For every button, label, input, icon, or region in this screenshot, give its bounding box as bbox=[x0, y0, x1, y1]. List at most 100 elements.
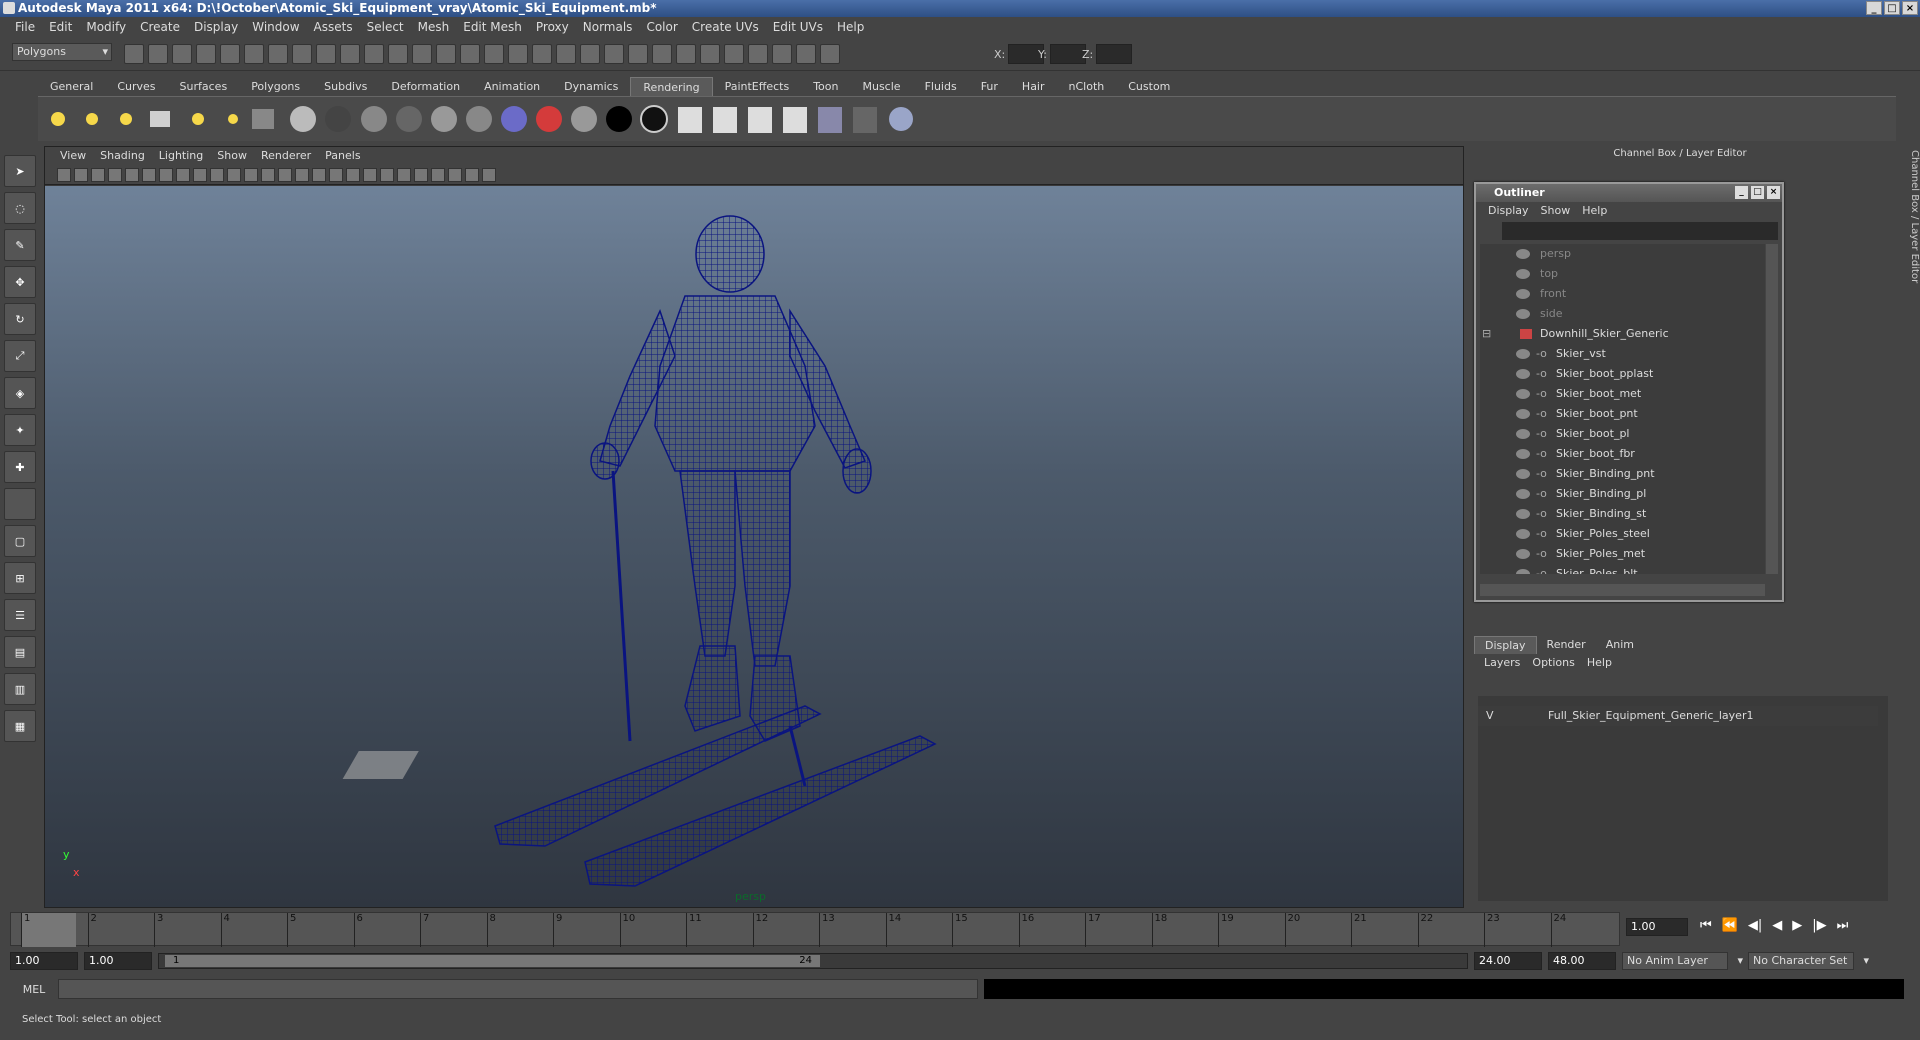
viewport-tool-icon[interactable] bbox=[482, 167, 496, 182]
outliner-menu-show[interactable]: Show bbox=[1535, 202, 1577, 220]
play-forward-icon[interactable]: ▶ bbox=[1792, 918, 1802, 933]
layer-visibility-toggle[interactable]: V bbox=[1486, 706, 1494, 726]
viewport-tool-icon[interactable] bbox=[312, 167, 326, 182]
status-tool-icon[interactable] bbox=[508, 44, 528, 64]
viewport-tool-icon[interactable] bbox=[125, 167, 139, 182]
command-input[interactable] bbox=[58, 979, 978, 999]
status-tool-icon[interactable] bbox=[124, 44, 144, 64]
outliner-item[interactable]: -o Skier_vst bbox=[1480, 344, 1765, 364]
viewport-tool-icon[interactable] bbox=[74, 167, 88, 182]
outliner-item[interactable]: -o Skier_boot_met bbox=[1480, 384, 1765, 404]
status-tool-icon[interactable] bbox=[364, 44, 384, 64]
outliner-maximize-button[interactable]: □ bbox=[1751, 186, 1764, 199]
outliner-item-camera[interactable]: front bbox=[1480, 284, 1765, 304]
menu-file[interactable]: File bbox=[8, 17, 42, 37]
layer-menu-options[interactable]: Options bbox=[1526, 654, 1580, 672]
select-tool-icon[interactable]: ➤ bbox=[4, 155, 36, 187]
shelf-tab-muscle[interactable]: Muscle bbox=[850, 77, 912, 96]
layer-tab-render[interactable]: Render bbox=[1537, 636, 1596, 654]
layer-menu-layers[interactable]: Layers bbox=[1478, 654, 1526, 672]
soft-mod-tool-icon[interactable]: ✦ bbox=[4, 414, 36, 446]
viewport-menu-view[interactable]: View bbox=[53, 147, 93, 165]
transform-field-y[interactable]: Y: bbox=[1038, 44, 1086, 64]
graph-layout-icon[interactable]: ▤ bbox=[4, 636, 36, 668]
four-pane-layout-icon[interactable]: ⊞ bbox=[4, 562, 36, 594]
minimize-button[interactable]: _ bbox=[1866, 1, 1882, 15]
viewport-tool-icon[interactable] bbox=[397, 167, 411, 182]
status-tool-icon[interactable] bbox=[724, 44, 744, 64]
viewport-menu-shading[interactable]: Shading bbox=[93, 147, 152, 165]
outliner-vertical-scrollbar[interactable] bbox=[1766, 244, 1778, 574]
menu-select[interactable]: Select bbox=[360, 17, 411, 37]
status-tool-icon[interactable] bbox=[172, 44, 192, 64]
menu-create[interactable]: Create bbox=[133, 17, 187, 37]
viewport-tool-icon[interactable] bbox=[329, 167, 343, 182]
status-tool-icon[interactable] bbox=[604, 44, 624, 64]
menu-modify[interactable]: Modify bbox=[79, 17, 133, 37]
status-tool-icon[interactable] bbox=[148, 44, 168, 64]
status-tool-icon[interactable] bbox=[340, 44, 360, 64]
layer-tab-anim[interactable]: Anim bbox=[1596, 636, 1644, 654]
status-tool-icon[interactable] bbox=[220, 44, 240, 64]
render-tool-icons[interactable] bbox=[678, 107, 913, 133]
step-back-key-icon[interactable]: ⏪ bbox=[1722, 918, 1738, 933]
status-tool-icon[interactable] bbox=[676, 44, 696, 64]
close-button[interactable]: × bbox=[1902, 1, 1918, 15]
paint-select-tool-icon[interactable]: ✎ bbox=[4, 229, 36, 261]
shelf-tab-polygons[interactable]: Polygons bbox=[239, 77, 312, 96]
range-end-field[interactable]: 48.00 bbox=[1548, 952, 1616, 970]
outliner-layout-icon[interactable]: ☰ bbox=[4, 599, 36, 631]
range-slider-handle[interactable]: 1 24 bbox=[165, 955, 820, 967]
outliner-item-camera[interactable]: top bbox=[1480, 264, 1765, 284]
time-slider[interactable]: 1 2 3 4 5 6 7 8 9 10 11 12 13 14 15 16 17 18 19 20 21 22 23 24 bbox=[10, 912, 1620, 947]
status-tool-icon[interactable] bbox=[700, 44, 720, 64]
outliner-minimize-button[interactable]: _ bbox=[1735, 186, 1748, 199]
outliner-window[interactable]: Outliner _ □ × Display Show Help persp top f… bbox=[1474, 182, 1784, 602]
shelf-tab-painteffects[interactable]: PaintEffects bbox=[713, 77, 802, 96]
menu-mesh[interactable]: Mesh bbox=[411, 17, 457, 37]
status-tool-icon[interactable] bbox=[532, 44, 552, 64]
step-back-frame-icon[interactable]: ◀| bbox=[1748, 918, 1762, 933]
viewport-canvas[interactable]: y x persp bbox=[45, 186, 1463, 907]
viewport-tool-icon[interactable] bbox=[244, 167, 258, 182]
viewport-tool-icon[interactable] bbox=[363, 167, 377, 182]
skier-wireframe-model[interactable]: y x bbox=[45, 186, 1463, 907]
viewport-tool-icon[interactable] bbox=[108, 167, 122, 182]
viewport-tool-icon[interactable] bbox=[346, 167, 360, 182]
outliner-item[interactable]: -o Skier_boot_pl bbox=[1480, 424, 1765, 444]
viewport-tool-icon[interactable] bbox=[142, 167, 156, 182]
viewport-tool-icon[interactable] bbox=[380, 167, 394, 182]
transform-field-x[interactable]: X: bbox=[994, 44, 1045, 64]
shelf-tab-fluids[interactable]: Fluids bbox=[913, 77, 969, 96]
outliner-item-group[interactable]: ⊟ Downhill_Skier_Generic bbox=[1480, 324, 1765, 344]
current-frame-field[interactable]: 1.00 bbox=[1626, 918, 1688, 936]
show-manipulator-icon[interactable]: ✚ bbox=[4, 451, 36, 483]
shelf-tab-deformation[interactable]: Deformation bbox=[379, 77, 472, 96]
go-to-end-icon[interactable]: ⏭ bbox=[1837, 918, 1849, 933]
status-tool-icon[interactable] bbox=[268, 44, 288, 64]
shader-ball-icons[interactable] bbox=[290, 105, 668, 133]
viewport-tool-icon[interactable] bbox=[431, 167, 445, 182]
status-tool-icon[interactable] bbox=[436, 44, 456, 64]
outliner-item[interactable]: -o Skier_Binding_pl bbox=[1480, 484, 1765, 504]
custom-layout-icon[interactable]: ▦ bbox=[4, 710, 36, 742]
menu-assets[interactable]: Assets bbox=[307, 17, 360, 37]
layer-row[interactable]: V Full_Skier_Equipment_Generic_layer1 bbox=[1478, 706, 1878, 726]
status-tool-icon[interactable] bbox=[412, 44, 432, 64]
status-tool-icon[interactable] bbox=[196, 44, 216, 64]
viewport-tool-icon[interactable] bbox=[261, 167, 275, 182]
rotate-tool-icon[interactable]: ↻ bbox=[4, 303, 36, 335]
shelf-tab-curves[interactable]: Curves bbox=[105, 77, 167, 96]
outliner-menu-help[interactable]: Help bbox=[1576, 202, 1613, 220]
status-tool-icon[interactable] bbox=[460, 44, 480, 64]
viewport-tool-icon[interactable] bbox=[448, 167, 462, 182]
viewport-menu-show[interactable]: Show bbox=[210, 147, 254, 165]
last-tool-icon[interactable] bbox=[4, 488, 36, 520]
playback-end-field[interactable]: 24.00 bbox=[1474, 952, 1542, 970]
outliner-menu-display[interactable]: Display bbox=[1482, 202, 1535, 220]
hypershade-layout-icon[interactable]: ▥ bbox=[4, 673, 36, 705]
step-forward-frame-icon[interactable]: |▶ bbox=[1812, 918, 1826, 933]
go-to-start-icon[interactable]: ⏮ bbox=[1700, 918, 1712, 933]
viewport-tool-icon[interactable] bbox=[176, 167, 190, 182]
status-tool-icon[interactable] bbox=[820, 44, 840, 64]
